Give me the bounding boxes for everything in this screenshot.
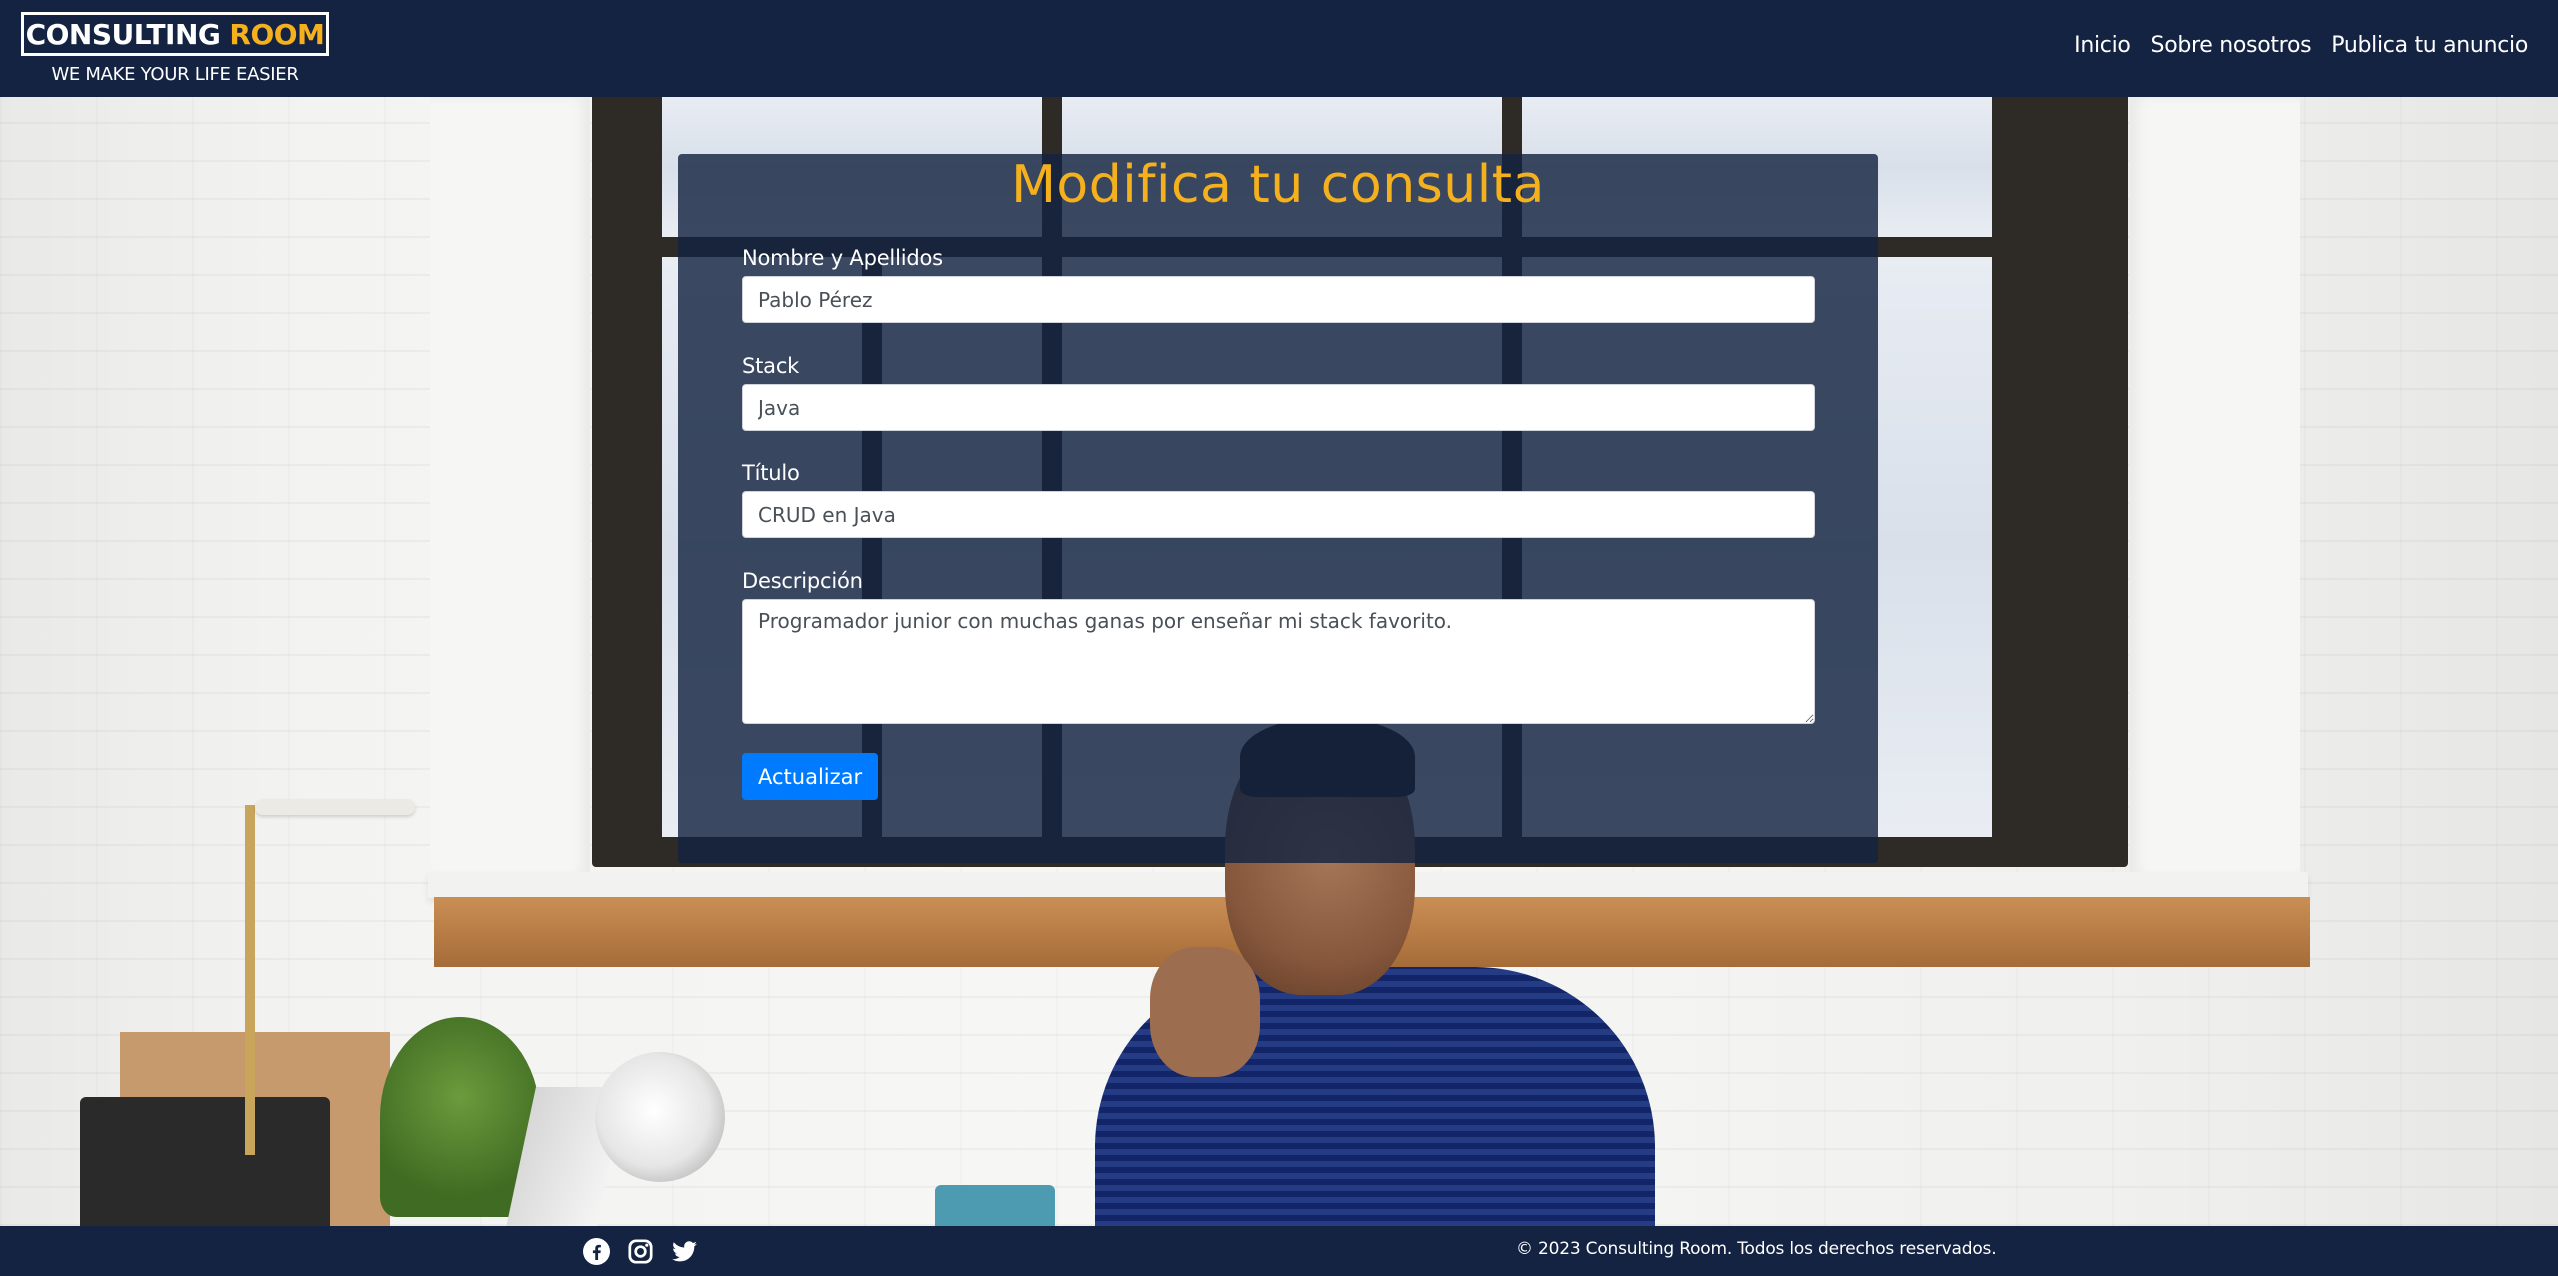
copyright-text: © 2023 Consulting Room. Todos los derech…	[1516, 1239, 1997, 1259]
logo-text-room: ROOM	[229, 17, 325, 51]
logo-text-consulting: CONSULTING	[25, 17, 221, 51]
desk-globe	[595, 1052, 725, 1182]
main-nav: Inicio Sobre nosotros Publica tu anuncio	[2074, 33, 2528, 58]
title-input[interactable]	[742, 491, 1815, 538]
stack-input[interactable]	[742, 384, 1815, 431]
desk-lamp-arm	[245, 805, 255, 1155]
site-logo[interactable]: CONSULTING ROOM	[21, 12, 329, 56]
twitter-icon[interactable]	[671, 1238, 698, 1265]
nav-link-inicio[interactable]: Inicio	[2074, 33, 2131, 58]
nav-link-publica-anuncio[interactable]: Publica tu anuncio	[2331, 33, 2528, 58]
speaker	[80, 1097, 330, 1226]
description-textarea[interactable]: Programador junior con muchas ganas por …	[742, 599, 1815, 724]
site-tagline: WE MAKE YOUR LIFE EASIER	[51, 64, 299, 85]
stack-label: Stack	[742, 354, 800, 378]
person-hand	[1150, 947, 1260, 1077]
desk-lamp-head	[255, 799, 415, 815]
instagram-icon[interactable]	[627, 1238, 654, 1265]
edit-consultation-card: Modifica tu consulta Nombre y Apellidos …	[678, 154, 1878, 863]
coffee-mug	[935, 1185, 1055, 1226]
name-label: Nombre y Apellidos	[742, 246, 943, 270]
site-header: CONSULTING ROOM WE MAKE YOUR LIFE EASIER…	[0, 0, 2558, 97]
description-field-group: Descripción Programador junior con mucha…	[742, 569, 1815, 728]
stack-field-group: Stack	[742, 354, 1815, 431]
title-label: Título	[742, 461, 800, 485]
nav-link-sobre-nosotros[interactable]: Sobre nosotros	[2151, 33, 2312, 58]
wall-pillar-left	[430, 97, 590, 877]
title-field-group: Título	[742, 461, 1815, 538]
wall-pillar-right	[2130, 97, 2300, 877]
page-title: Modifica tu consulta	[1011, 155, 1545, 215]
description-label: Descripción	[742, 569, 863, 593]
update-button[interactable]: Actualizar	[742, 753, 879, 800]
social-links	[583, 1238, 698, 1265]
name-input[interactable]	[742, 276, 1815, 323]
site-footer: © 2023 Consulting Room. Todos los derech…	[0, 1226, 2558, 1276]
name-field-group: Nombre y Apellidos	[742, 246, 1815, 323]
facebook-icon[interactable]	[583, 1238, 610, 1265]
